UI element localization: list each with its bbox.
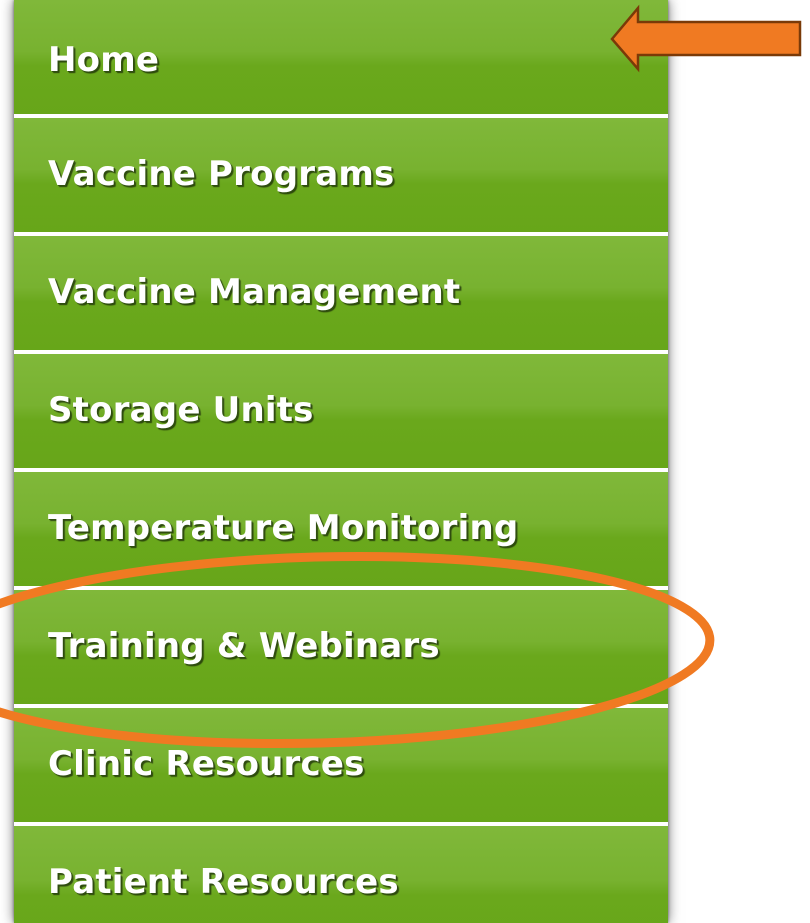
menu-item-patient-resources[interactable]: Patient Resources [14,826,668,923]
menu-item-label: Vaccine Programs [48,154,395,194]
menu-item-label: Home [48,40,160,80]
menu-item-vaccine-management[interactable]: Vaccine Management [14,236,668,354]
menu-item-training-webinars[interactable]: Training & Webinars [14,590,668,708]
menu-item-storage-units[interactable]: Storage Units [14,354,668,472]
menu-item-label: Clinic Resources [48,744,365,784]
menu-item-temperature-monitoring[interactable]: Temperature Monitoring [14,472,668,590]
menu-item-label: Temperature Monitoring [48,508,519,548]
menu-item-clinic-resources[interactable]: Clinic Resources [14,708,668,826]
menu-item-label: Vaccine Management [48,272,461,312]
menu-item-vaccine-programs[interactable]: Vaccine Programs [14,118,668,236]
menu-item-label: Storage Units [48,390,314,430]
screenshot-stage: Home Vaccine Programs Vaccine Management… [0,0,810,923]
menu-item-label: Training & Webinars [48,626,440,666]
menu-item-home[interactable]: Home [14,0,668,118]
menu-item-label: Patient Resources [48,862,399,902]
side-navigation-menu: Home Vaccine Programs Vaccine Management… [14,0,668,923]
